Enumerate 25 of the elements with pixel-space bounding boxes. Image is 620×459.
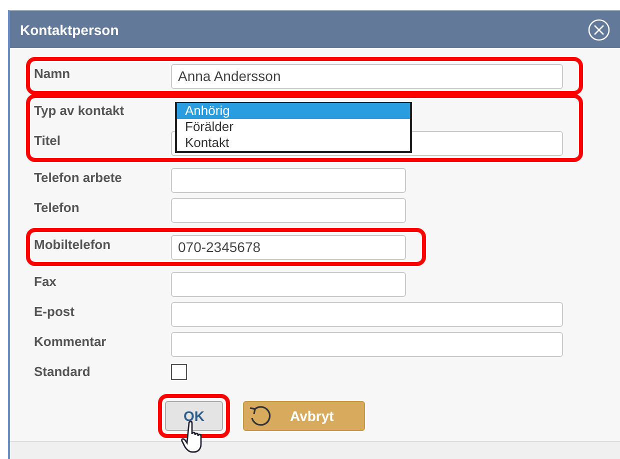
dropdown-option[interactable]: Kontakt [177, 135, 410, 151]
close-icon[interactable] [588, 18, 610, 40]
field-label: Kommentar [34, 333, 108, 349]
field-label: Typ av kontakt [34, 102, 126, 118]
ok-button[interactable]: OK [165, 401, 223, 431]
field-label: E-post [34, 303, 76, 319]
field-label: Fax [34, 273, 58, 289]
field-label: Standard [34, 363, 92, 379]
field-label: Telefon [34, 199, 80, 215]
text-field[interactable]: 070-2345678 [171, 234, 406, 260]
field-label: Mobiltelefon [34, 236, 112, 252]
checkbox[interactable] [171, 364, 187, 380]
field-label: Titel [34, 132, 62, 148]
undo-icon [248, 404, 272, 428]
text-field[interactable]: Anna Andersson [171, 64, 563, 88]
text-field[interactable] [171, 332, 563, 356]
dropdown-option[interactable]: Förälder [177, 119, 410, 135]
text-field[interactable] [171, 302, 563, 326]
text-field[interactable] [171, 198, 406, 222]
text-field[interactable] [171, 272, 406, 296]
dropdown-list[interactable]: Anhörig Förälder Kontakt [175, 102, 412, 153]
field-label: Namn [34, 65, 72, 81]
dialog-title: Kontaktperson [20, 22, 119, 38]
text-field[interactable] [171, 168, 406, 192]
field-label: Telefon arbete [34, 169, 123, 185]
